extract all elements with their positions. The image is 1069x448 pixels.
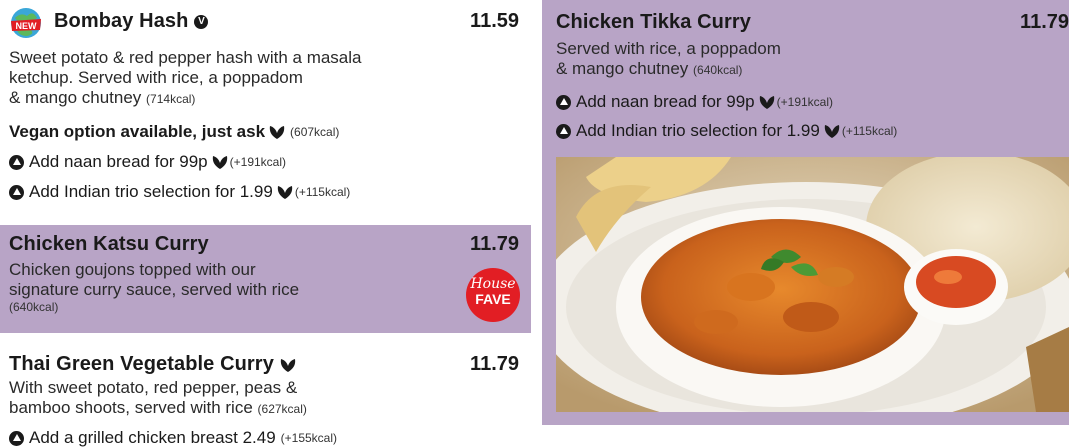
item-kcal: (714kcal) — [146, 92, 196, 106]
add-icon — [9, 184, 24, 200]
addon-naan[interactable]: Add naan bread for 99p (+191kcal) — [556, 92, 833, 112]
vegan-leaf-icon — [759, 95, 775, 109]
new-globe-icon: NEW — [11, 8, 41, 38]
addon-indian-trio[interactable]: Add Indian trio selection for 1.99 (+115… — [556, 121, 897, 141]
vegan-leaf-icon — [212, 155, 228, 169]
item-price: 11.59 — [470, 10, 519, 32]
menu-left-column: NEW Bombay Hash V 11.59 Sweet potato & r… — [0, 0, 531, 447]
vegan-leaf-icon — [280, 358, 296, 372]
item-name: Thai Green Vegetable Curry — [9, 353, 274, 375]
item-name: Bombay Hash — [54, 10, 189, 32]
curry-photo — [556, 157, 1069, 412]
add-icon — [556, 123, 571, 139]
menu-item-chicken-tikka[interactable]: Chicken Tikka Curry 11.79 Served with ri… — [542, 0, 1069, 425]
add-icon — [9, 430, 24, 446]
item-description: Sweet potato & red pepper hash with a ma… — [9, 48, 362, 107]
item-name: Chicken Katsu Curry — [9, 233, 209, 255]
menu-item-bombay-hash[interactable]: NEW Bombay Hash V 11.59 Sweet potato & r… — [0, 0, 531, 225]
addon-grilled-chicken[interactable]: Add a grilled chicken breast 2.49 (+155k… — [9, 428, 337, 448]
menu-item-thai-green-curry[interactable]: Thai Green Vegetable Curry 11.79 With sw… — [0, 333, 531, 447]
item-description: With sweet potato, red pepper, peas & ba… — [9, 378, 307, 417]
item-kcal: (640kcal) — [9, 300, 59, 314]
item-description: Served with rice, a poppadom & mango chu… — [556, 39, 781, 78]
vegan-leaf-icon — [824, 124, 840, 138]
item-description: Chicken goujons topped with our signatur… — [9, 260, 449, 314]
vegan-leaf-icon — [277, 185, 293, 199]
new-badge-text: NEW — [16, 21, 38, 31]
vegan-option-line: Vegan option available, just ask (607kca… — [9, 122, 340, 141]
vegan-leaf-icon — [269, 125, 285, 139]
vegan-kcal: (607kcal) — [290, 125, 340, 139]
item-name: Chicken Tikka Curry — [556, 11, 751, 33]
item-kcal: (627kcal) — [257, 402, 307, 416]
addon-indian-trio[interactable]: Add Indian trio selection for 1.99 (+115… — [9, 182, 350, 202]
item-kcal: (640kcal) — [693, 63, 743, 77]
add-icon — [556, 94, 571, 110]
house-fave-badge: House FAVE — [466, 268, 520, 322]
item-price: 11.79 — [1020, 11, 1069, 33]
add-icon — [9, 154, 24, 170]
addon-naan[interactable]: Add naan bread for 99p (+191kcal) — [9, 152, 286, 172]
vegetarian-icon: V — [194, 14, 209, 29]
menu-item-chicken-katsu[interactable]: Chicken Katsu Curry 11.79 Chicken goujon… — [0, 225, 531, 333]
item-price: 11.79 — [470, 233, 519, 255]
item-price: 11.79 — [470, 353, 519, 375]
